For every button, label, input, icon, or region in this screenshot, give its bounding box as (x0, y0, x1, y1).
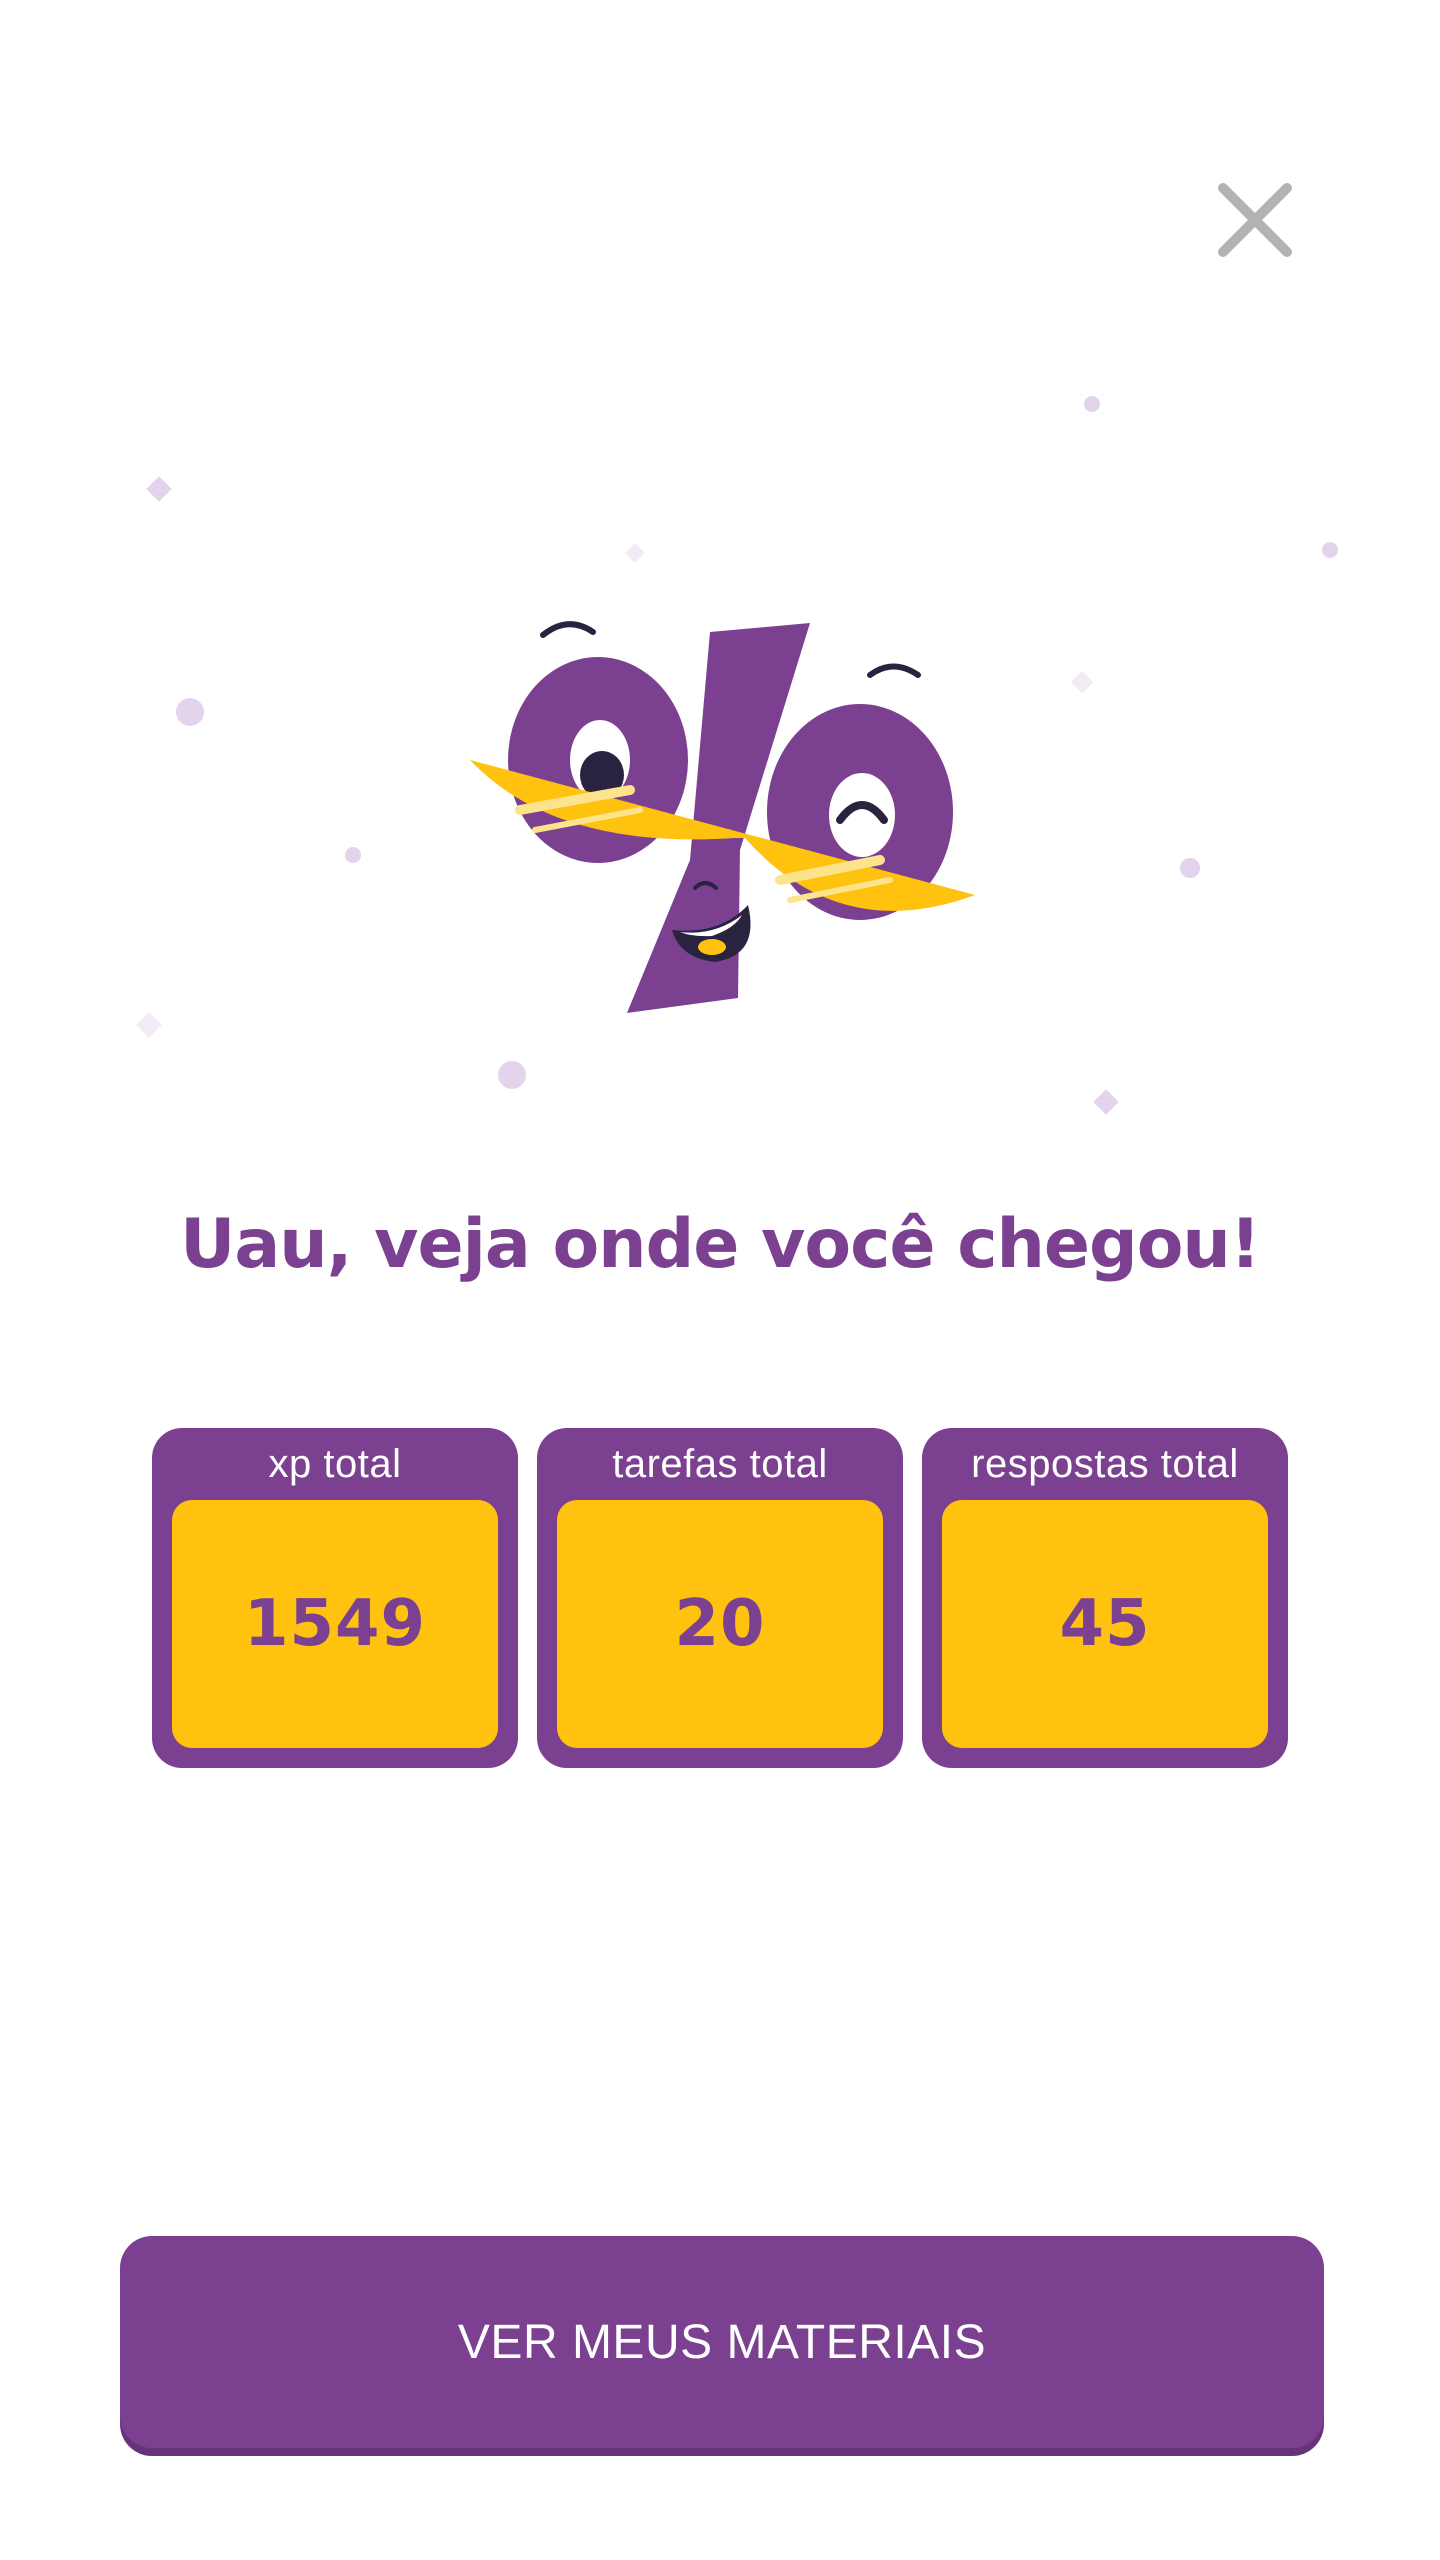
stat-label: tarefas total (612, 1442, 828, 1486)
close-icon (1218, 183, 1292, 257)
view-materials-button[interactable]: VER MEUS MATERIAIS (120, 2236, 1324, 2448)
stat-value: 20 (674, 1587, 766, 1661)
stat-card-tasks: tarefas total 20 (537, 1428, 903, 1768)
mascot-illustration (136, 396, 1338, 1115)
stat-value-box: 1549 (172, 1500, 498, 1748)
stat-value-box: 20 (557, 1500, 883, 1748)
stat-value: 1549 (243, 1587, 427, 1661)
stat-value-box: 45 (942, 1500, 1268, 1748)
stat-label: respostas total (971, 1442, 1239, 1486)
stat-card-answers: respostas total 45 (922, 1428, 1288, 1768)
page-title: Uau, veja onde você chegou! (180, 1205, 1261, 1284)
stat-label: xp total (268, 1442, 402, 1486)
stat-value: 45 (1059, 1587, 1151, 1661)
close-button[interactable] (1215, 180, 1295, 260)
percent-mascot-icon (470, 621, 975, 1013)
stats-row: xp total 1549 tarefas total 20 respostas… (152, 1428, 1288, 1768)
stat-card-xp: xp total 1549 (152, 1428, 518, 1768)
